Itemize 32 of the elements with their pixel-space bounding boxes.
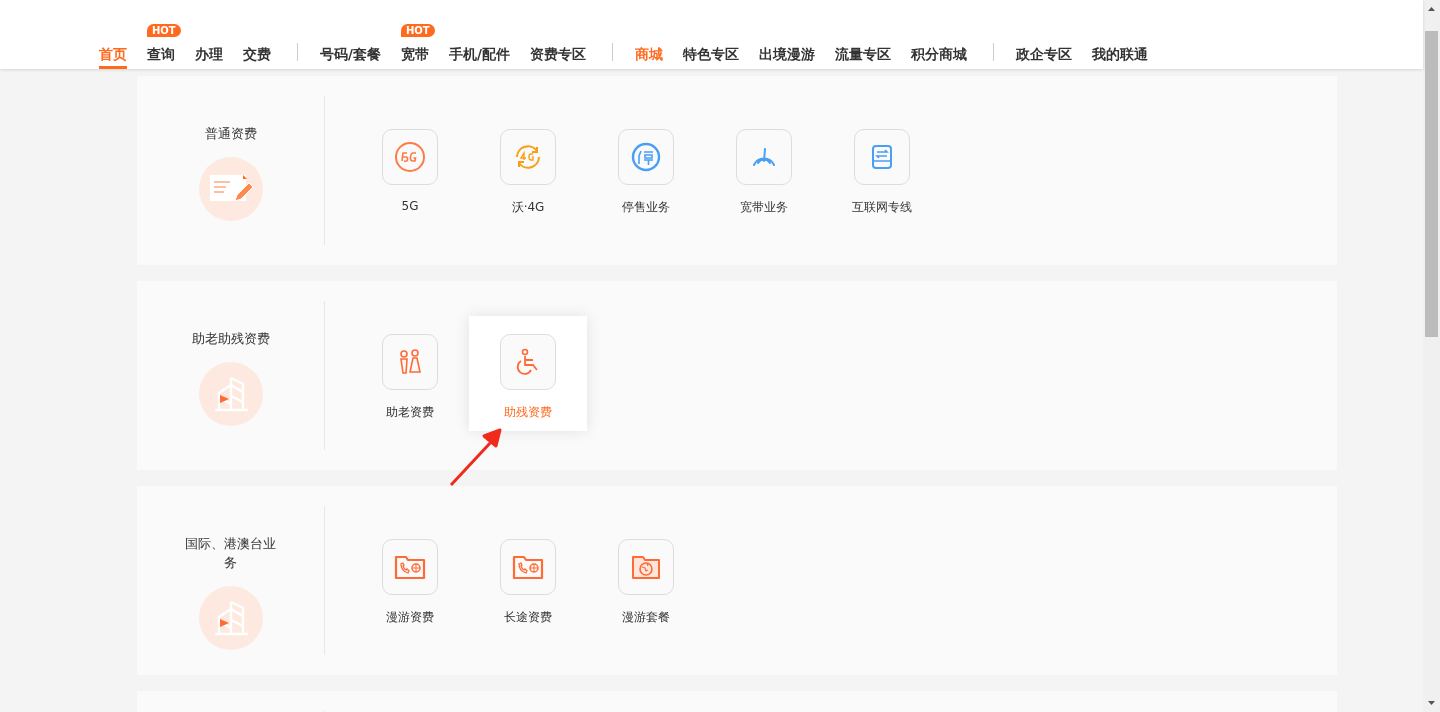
- nav-link[interactable]: 查询: [147, 46, 175, 69]
- nav-link[interactable]: 资费专区: [529, 46, 586, 69]
- nav-link[interactable]: 交费: [243, 46, 271, 69]
- service-item[interactable]: 助老资费: [351, 316, 469, 431]
- service-item[interactable]: 漫游资费: [351, 521, 469, 636]
- nav-link[interactable]: 办理: [195, 46, 223, 69]
- 5g-circle-icon: [394, 141, 426, 173]
- nav-link[interactable]: 积分商城: [910, 46, 967, 69]
- section-title: 普通资费: [204, 125, 257, 143]
- service-item[interactable]: 互联网专线: [823, 111, 941, 226]
- form-pencil-illustration: [198, 157, 263, 221]
- nav-link[interactable]: 出境漫游: [758, 46, 815, 69]
- section-title: 国际、港澳台业务: [184, 535, 277, 572]
- building-illustration: [198, 586, 263, 650]
- nav-link[interactable]: 号码/套餐: [320, 46, 381, 69]
- service-item[interactable]: 漫游套餐: [587, 521, 705, 636]
- service-item[interactable]: 宽带业务: [705, 111, 823, 226]
- service-item[interactable]: 沃·4G: [469, 111, 587, 226]
- nav-link[interactable]: 流量专区: [834, 46, 891, 69]
- building-illustration: [198, 362, 263, 426]
- service-item[interactable]: 5G: [351, 111, 469, 226]
- section-title: 助老助残资费: [191, 330, 270, 348]
- service-item[interactable]: 停售业务: [587, 111, 705, 226]
- nav-link[interactable]: 特色专区: [682, 46, 739, 69]
- hot-badge: HOT: [147, 24, 181, 37]
- nav-link[interactable]: 宽带: [400, 46, 429, 69]
- nav-link[interactable]: 政企专区: [1015, 46, 1072, 69]
- hot-badge: HOT: [400, 24, 435, 37]
- service-item[interactable]: 长途资费: [469, 521, 587, 636]
- nav-link[interactable]: 手机/配件: [448, 46, 510, 69]
- nav-link[interactable]: 我的联通: [1091, 46, 1148, 69]
- stop-sign-icon: [630, 141, 662, 173]
